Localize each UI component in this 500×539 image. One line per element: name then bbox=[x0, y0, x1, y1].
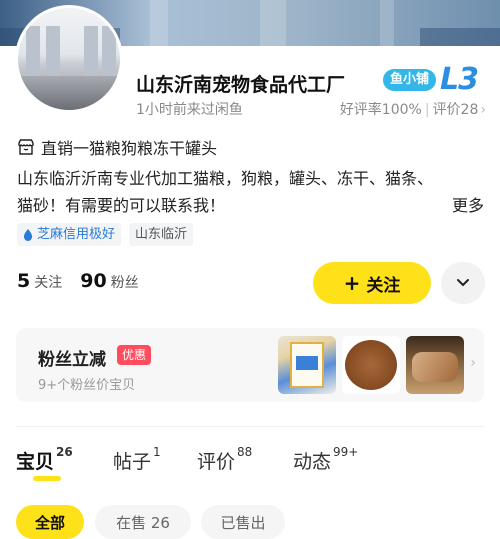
follow-button[interactable]: + 关注 bbox=[313, 262, 431, 304]
tab-label: 动态 bbox=[293, 451, 332, 473]
credit-tag: 芝麻信用极好 bbox=[17, 223, 122, 246]
tab-label: 评价 bbox=[197, 451, 236, 473]
plus-icon: + bbox=[343, 271, 361, 295]
fans-label[interactable]: 粉丝 bbox=[111, 272, 139, 292]
rating-rate: 好评率100% bbox=[339, 102, 422, 118]
following-count[interactable]: 5 bbox=[17, 270, 30, 292]
headline-text: 直销一猫粮狗粮冻干罐头 bbox=[41, 139, 218, 158]
tab-label: 帖子 bbox=[113, 451, 152, 473]
product-thumbnail[interactable] bbox=[278, 336, 336, 394]
level-value: L3 bbox=[440, 62, 479, 97]
filter-on-sale[interactable]: 在售 26 bbox=[95, 505, 191, 539]
fans-card-subtitle: 9+个粉丝价宝贝 bbox=[38, 378, 136, 393]
sesame-credit-icon bbox=[23, 228, 33, 241]
tab-items[interactable]: 宝贝 26 bbox=[16, 445, 73, 474]
review-count: 评价28 bbox=[432, 102, 479, 118]
credit-text: 芝麻信用极好 bbox=[37, 227, 116, 242]
shop-tags: 芝麻信用极好 山东临沂 bbox=[17, 223, 194, 246]
shop-headline: 直销一猫粮狗粮冻干罐头 bbox=[17, 135, 217, 159]
shop-name: 山东沂南宠物食品代工厂 bbox=[136, 74, 346, 96]
filter-sold[interactable]: 已售出 bbox=[201, 505, 285, 539]
chevron-right-icon: › bbox=[470, 355, 476, 371]
tab-posts[interactable]: 帖子 1 bbox=[113, 445, 161, 474]
avatar[interactable] bbox=[15, 5, 123, 113]
follow-button-label: 关注 bbox=[366, 275, 401, 296]
shop-level-badge[interactable]: 鱼小铺 L3 bbox=[383, 62, 479, 97]
fans-count[interactable]: 90 bbox=[80, 270, 106, 292]
filter-all[interactable]: 全部 bbox=[16, 505, 84, 539]
tab-reviews[interactable]: 评价 88 bbox=[197, 445, 253, 474]
tab-count: 26 bbox=[56, 445, 73, 459]
chevron-right-icon: › bbox=[480, 102, 486, 118]
level-tag: 鱼小铺 bbox=[383, 69, 437, 91]
fans-card-title: 粉丝立减 bbox=[38, 350, 106, 370]
follow-stats: 5 关注 90 粉丝 bbox=[17, 270, 157, 292]
last-active-time: 1小时前来过闲鱼 bbox=[136, 102, 243, 118]
shop-description: 山东临沂沂南专业代加工猫粮，狗粮，罐头、冻干、猫条、猫砂！有需要的可以联系我！ bbox=[17, 169, 434, 215]
active-tab-indicator bbox=[33, 476, 61, 481]
chevron-down-icon bbox=[457, 279, 469, 287]
product-thumbnail[interactable] bbox=[342, 336, 400, 394]
tab-activity[interactable]: 动态 99+ bbox=[293, 445, 359, 474]
tab-count: 99+ bbox=[333, 445, 359, 459]
more-link[interactable]: 更多 bbox=[452, 192, 484, 216]
ratings-summary[interactable]: 好评率100% | 评价28 › bbox=[340, 99, 486, 119]
tab-count: 1 bbox=[153, 445, 161, 459]
more-options-button[interactable] bbox=[441, 262, 485, 304]
fans-discount-card[interactable]: 粉丝立减 优惠 9+个粉丝价宝贝 › bbox=[16, 328, 484, 402]
following-label[interactable]: 关注 bbox=[34, 272, 62, 292]
product-thumbnail[interactable] bbox=[406, 336, 464, 394]
section-divider bbox=[16, 426, 484, 427]
tab-count: 88 bbox=[237, 445, 253, 459]
store-icon bbox=[18, 139, 34, 155]
tab-label: 宝贝 bbox=[16, 451, 55, 473]
discount-badge: 优惠 bbox=[117, 345, 152, 365]
location-tag: 山东临沂 bbox=[129, 223, 194, 246]
